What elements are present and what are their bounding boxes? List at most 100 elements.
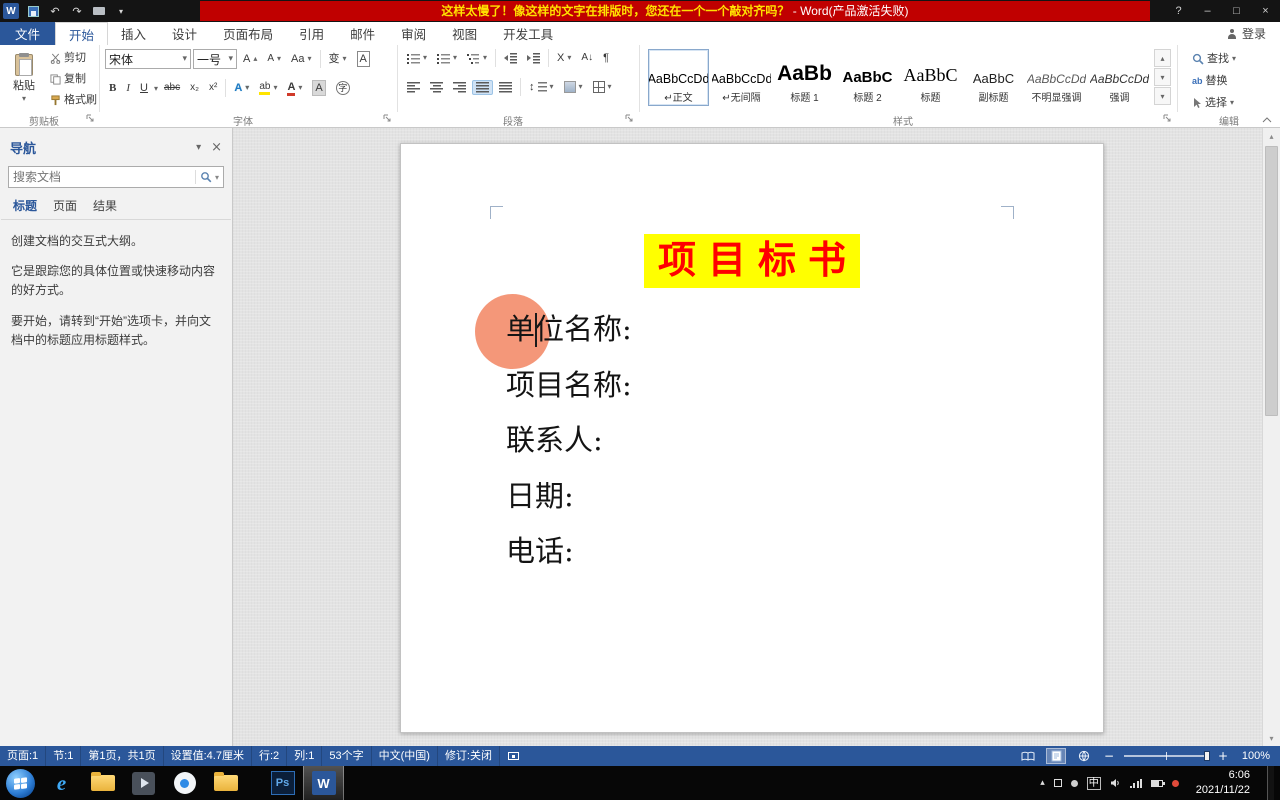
zoom-in-button[interactable]: +	[1216, 749, 1230, 763]
browser-button[interactable]	[164, 766, 205, 800]
redo-icon[interactable]: ↷	[69, 3, 85, 19]
close-button[interactable]: ×	[1251, 0, 1280, 22]
clipboard-dialog-launcher[interactable]	[86, 114, 97, 125]
maximize-button[interactable]: □	[1222, 0, 1251, 22]
style-card-emphasis[interactable]: AaBbCcDd 强调	[1089, 49, 1150, 106]
tab-home[interactable]: 开始	[55, 22, 108, 45]
font-family-dropdown-icon[interactable]: ▾	[182, 54, 187, 64]
document-title[interactable]: 项目标书	[644, 234, 860, 288]
asian-layout-button[interactable]: X▾	[553, 49, 575, 67]
justify-button[interactable]	[472, 80, 493, 95]
styles-more-button[interactable]: ▾	[1154, 87, 1171, 105]
underline-dropdown-icon[interactable]: ▾	[154, 84, 158, 93]
macro-record-icon[interactable]	[508, 752, 519, 760]
strikethrough-button[interactable]: abc	[160, 79, 184, 97]
tab-file[interactable]: 文件	[0, 22, 55, 45]
text-highlight-button[interactable]: ab▾	[255, 79, 281, 97]
enclose-characters-button[interactable]: 字	[332, 79, 354, 97]
folder-button[interactable]	[205, 766, 246, 800]
minimize-button[interactable]: –	[1193, 0, 1222, 22]
zoom-out-button[interactable]: −	[1102, 749, 1116, 763]
align-right-button[interactable]	[449, 80, 470, 95]
character-border-button[interactable]: A	[353, 49, 374, 69]
numbering-button[interactable]: ▾	[433, 49, 461, 67]
file-explorer-button[interactable]	[82, 766, 123, 800]
web-layout-button[interactable]	[1074, 748, 1094, 764]
status-track-changes[interactable]: 修订:关闭	[438, 746, 500, 766]
photoshop-button[interactable]: Ps	[262, 766, 303, 800]
font-dialog-launcher[interactable]	[383, 114, 394, 125]
status-language[interactable]: 中文(中国)	[372, 746, 438, 766]
line-spacing-button[interactable]: ↕▾	[525, 78, 558, 96]
battery-icon[interactable]	[1151, 780, 1163, 787]
volume-icon[interactable]	[1110, 778, 1121, 788]
show-marks-button[interactable]: ¶	[599, 49, 613, 67]
document-page[interactable]: 项目标书 单位名称: 项目名称: 联系人: 日期: 电话:	[400, 143, 1104, 733]
align-center-button[interactable]	[426, 80, 447, 95]
tab-page-layout[interactable]: 页面布局	[210, 22, 286, 45]
shading-button[interactable]: ▾	[560, 78, 587, 96]
scroll-up-button[interactable]: ▴	[1263, 128, 1280, 144]
document-line[interactable]: 项目名称:	[506, 358, 632, 414]
recording-icon[interactable]	[1172, 780, 1179, 787]
undo-icon[interactable]: ↶	[47, 3, 63, 19]
nav-tab-pages[interactable]: 页面	[53, 197, 77, 214]
hidden-icons-button[interactable]: ▴	[1040, 778, 1045, 788]
word-taskbar-button[interactable]: W	[303, 766, 344, 800]
zoom-level[interactable]: 100%	[1238, 750, 1270, 762]
tab-mailings[interactable]: 邮件	[337, 22, 388, 45]
paste-button[interactable]: 粘贴 ▾	[5, 48, 43, 109]
style-card-title[interactable]: AaBbC 标题	[900, 49, 961, 106]
document-line[interactable]: 联系人:	[506, 413, 632, 469]
search-input[interactable]	[13, 170, 191, 184]
paragraph-dialog-launcher[interactable]	[625, 114, 636, 125]
styles-scroll-down-button[interactable]: ▾	[1154, 68, 1171, 86]
copy-button[interactable]: 复制	[46, 70, 101, 88]
word-app-icon[interactable]: W	[3, 3, 19, 19]
status-line-number[interactable]: 行:2	[252, 746, 287, 766]
superscript-button[interactable]: x²	[205, 79, 221, 97]
ime-icon[interactable]: 中	[1087, 777, 1101, 790]
navigation-close-icon[interactable]: ×	[211, 140, 222, 155]
tab-references[interactable]: 引用	[286, 22, 337, 45]
styles-scroll-up-button[interactable]: ▴	[1154, 49, 1171, 67]
italic-button[interactable]: I	[122, 79, 134, 97]
status-section[interactable]: 节:1	[46, 746, 81, 766]
style-card-subtitle[interactable]: AaBbC 副标题	[963, 49, 1024, 106]
style-card-heading1[interactable]: AaBb 标题 1	[774, 49, 835, 106]
style-card-normal[interactable]: AaBbCcDd ↵正文	[648, 49, 709, 106]
character-shading-button[interactable]: A	[308, 78, 329, 98]
print-layout-button[interactable]	[1046, 748, 1066, 764]
style-card-no-spacing[interactable]: AaBbCcDd ↵无间隔	[711, 49, 772, 106]
underline-button[interactable]: U	[136, 79, 152, 97]
document-line[interactable]: 单位名称:	[506, 302, 632, 358]
status-page-number[interactable]: 页面:1	[0, 746, 46, 766]
bold-button[interactable]: B	[105, 79, 120, 97]
read-mode-button[interactable]	[1018, 748, 1038, 764]
sort-button[interactable]: A↓	[577, 49, 597, 67]
sign-in-button[interactable]: 登录	[1213, 22, 1280, 45]
tab-insert[interactable]: 插入	[108, 22, 159, 45]
document-line[interactable]: 电话:	[506, 524, 632, 580]
taskbar-clock[interactable]: 6:06 2021/11/22	[1188, 768, 1258, 798]
nav-tab-results[interactable]: 结果	[93, 197, 117, 214]
borders-button[interactable]: ▾	[589, 78, 616, 96]
tab-view[interactable]: 视图	[439, 22, 490, 45]
security-icon[interactable]	[1054, 779, 1062, 787]
notification-icon[interactable]	[1071, 780, 1078, 787]
document-line[interactable]: 日期:	[506, 469, 632, 525]
font-color-button[interactable]: A▾	[283, 79, 306, 98]
font-size-dropdown-icon[interactable]: ▾	[228, 54, 233, 64]
cut-button[interactable]: 剪切	[46, 49, 101, 67]
subscript-button[interactable]: x₂	[186, 79, 203, 97]
save-icon[interactable]	[25, 3, 41, 19]
style-card-heading2[interactable]: AaBbC 标题 2	[837, 49, 898, 106]
document-search-box[interactable]: ▾	[8, 166, 224, 188]
find-button[interactable]: 查找 ▾	[1188, 50, 1240, 68]
qat-customize-icon[interactable]: ▾	[113, 3, 129, 19]
status-word-count[interactable]: 53个字	[322, 746, 371, 766]
paste-dropdown-icon[interactable]: ▾	[22, 94, 26, 103]
media-app-button[interactable]	[123, 766, 164, 800]
increase-indent-button[interactable]	[523, 51, 544, 66]
scroll-down-button[interactable]: ▾	[1263, 730, 1280, 746]
